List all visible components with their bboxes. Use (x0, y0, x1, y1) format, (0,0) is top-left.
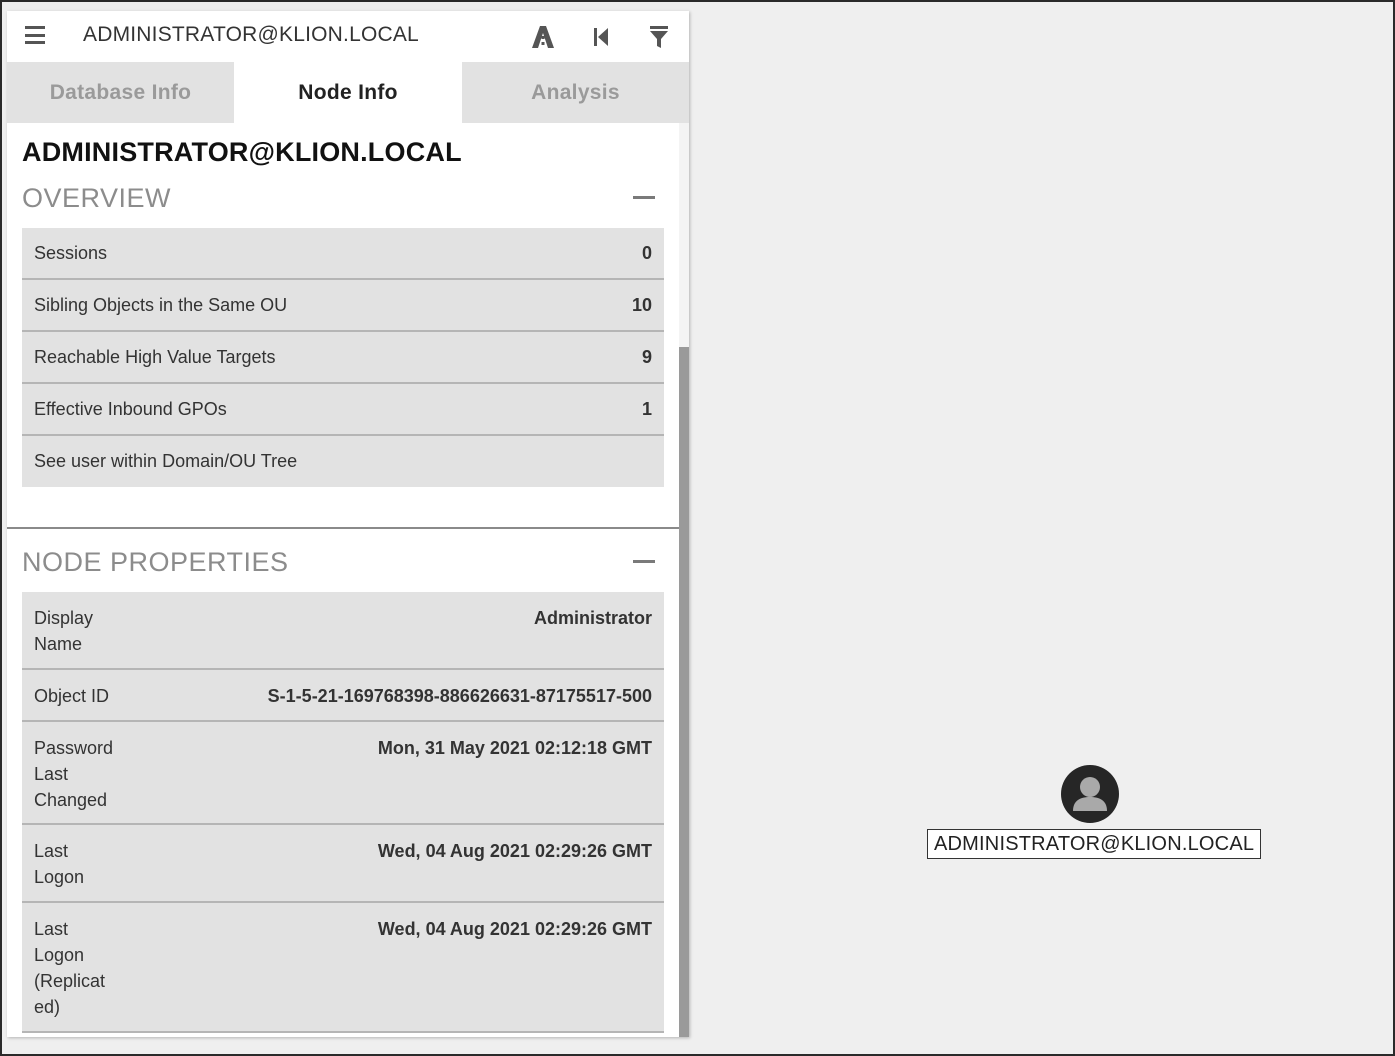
filter-icon[interactable] (645, 23, 673, 51)
collapse-overview-icon[interactable] (633, 196, 655, 199)
node-info-panel: ADMINISTRATOR@KLION.LOCAL Database Info … (7, 11, 689, 1037)
property-row-last-logon: Last Logon Wed, 04 Aug 2021 02:29:26 GMT (22, 825, 664, 903)
row-value: 0 (641, 243, 652, 263)
node-properties-list: Display Name Administrator Object ID S-1… (22, 592, 664, 1033)
row-label: Last Logon (34, 841, 85, 887)
row-value: Wed, 04 Aug 2021 02:29:26 GMT (377, 919, 652, 939)
section-divider (7, 527, 679, 529)
node-properties-heading[interactable]: NODE PROPERTIES (22, 547, 289, 578)
node-title: ADMINISTRATOR@KLION.LOCAL (22, 137, 462, 167)
row-value: 9 (641, 347, 652, 367)
panel-tabs: Database Info Node Info Analysis (7, 62, 689, 123)
tab-analysis[interactable]: Analysis (462, 62, 689, 123)
row-value: Wed, 04 Aug 2021 02:29:26 GMT (377, 841, 652, 861)
row-value: S-1-5-21-169768398-886626631-87175517-50… (267, 686, 652, 706)
overview-heading[interactable]: OVERVIEW (22, 183, 171, 214)
row-label: Last Logon (Replicat ed) (34, 919, 106, 1017)
collapse-node-properties-icon[interactable] (633, 560, 655, 563)
node-info-content: ADMINISTRATOR@KLION.LOCAL OVERVIEW Sessi… (7, 123, 679, 1037)
row-value: Mon, 31 May 2021 02:12:18 GMT (377, 738, 652, 758)
user-icon (1073, 777, 1107, 811)
scrollbar-thumb[interactable] (679, 347, 689, 1037)
user-node-label[interactable]: ADMINISTRATOR@KLION.LOCAL (927, 829, 1262, 859)
tab-database-info[interactable]: Database Info (7, 62, 234, 123)
back-icon[interactable] (587, 23, 615, 51)
property-row-object-id: Object ID S-1-5-21-169768398-886626631-8… (22, 670, 664, 722)
property-row-password-last-changed: Password Last Changed Mon, 31 May 2021 0… (22, 722, 664, 825)
row-value: 10 (631, 295, 652, 315)
user-node[interactable] (1061, 765, 1119, 823)
pathfinding-icon[interactable] (529, 23, 557, 51)
row-label: Display Name (34, 608, 94, 654)
row-label: Effective Inbound GPOs (34, 399, 227, 419)
row-label: Sibling Objects in the Same OU (34, 295, 288, 315)
search-bar: ADMINISTRATOR@KLION.LOCAL (7, 11, 689, 62)
row-label: Password Last Changed (34, 738, 114, 810)
overview-row-sessions[interactable]: Sessions 0 (22, 228, 664, 280)
property-row-display-name: Display Name Administrator (22, 592, 664, 670)
row-label: See user within Domain/OU Tree (34, 451, 298, 471)
row-label: Object ID (34, 686, 110, 706)
search-input[interactable]: ADMINISTRATOR@KLION.LOCAL (83, 23, 419, 47)
menu-icon[interactable] (25, 26, 45, 44)
overview-row-inbound-gpos[interactable]: Effective Inbound GPOs 1 (22, 384, 664, 436)
row-label: Reachable High Value Targets (34, 347, 276, 367)
tab-node-info[interactable]: Node Info (234, 62, 462, 123)
row-label: Sessions (34, 243, 108, 263)
row-value: 1 (641, 399, 652, 419)
property-row-last-logon-replicated: Last Logon (Replicat ed) Wed, 04 Aug 202… (22, 903, 664, 1033)
overview-list: Sessions 0 Sibling Objects in the Same O… (22, 228, 664, 487)
overview-row-ou-tree[interactable]: See user within Domain/OU Tree (22, 436, 664, 487)
overview-row-sibling-objects[interactable]: Sibling Objects in the Same OU 10 (22, 280, 664, 332)
overview-row-reachable-hvt[interactable]: Reachable High Value Targets 9 (22, 332, 664, 384)
row-value: Administrator (533, 608, 652, 628)
